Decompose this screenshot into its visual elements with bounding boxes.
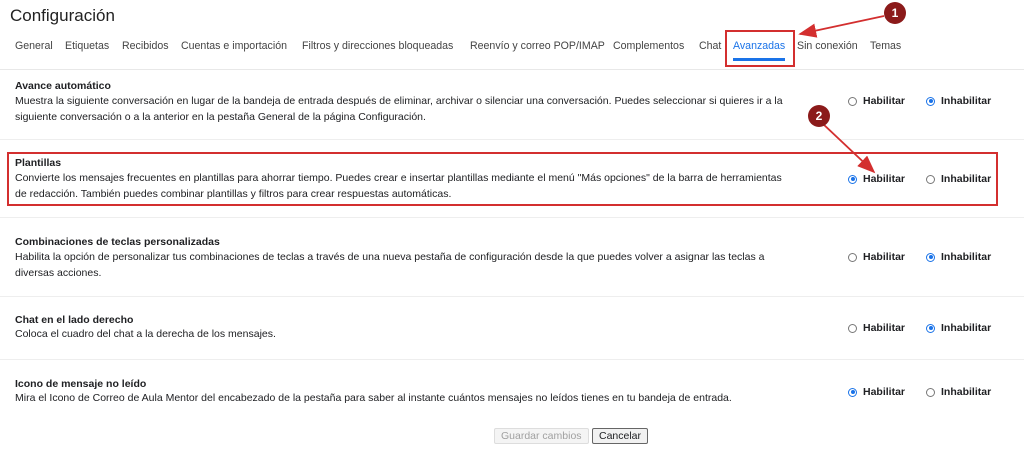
tab-cuentas-importacion[interactable]: Cuentas e importación — [181, 40, 287, 52]
disable-radio[interactable]: Inhabilitar — [926, 386, 991, 398]
highlight-box-avanzadas-tab — [725, 30, 795, 67]
tab-temas[interactable]: Temas — [870, 40, 901, 52]
annotation-marker-2: 2 — [808, 105, 830, 127]
radio-checked-icon[interactable] — [926, 323, 935, 333]
highlight-box-plantillas — [7, 152, 998, 206]
setting-description: Coloca el cuadro del chat a la derecha d… — [15, 328, 276, 340]
radio-icon[interactable] — [848, 96, 857, 106]
enable-radio[interactable]: Habilitar — [848, 95, 905, 107]
save-changes-button[interactable]: Guardar cambios — [494, 428, 589, 444]
tab-general[interactable]: General — [15, 40, 53, 52]
radio-checked-icon[interactable] — [926, 252, 935, 262]
disable-label: Inhabilitar — [941, 251, 992, 263]
setting-title: Icono de mensaje no leído — [15, 378, 147, 390]
cancel-button[interactable]: Cancelar — [592, 428, 649, 444]
setting-avance-automatico: Avance automático Muestra la siguiente c… — [0, 70, 1024, 140]
settings-tabs: General Etiquetas Recibidos Cuentas e im… — [15, 40, 1024, 64]
enable-label: Habilitar — [863, 322, 906, 334]
enable-radio[interactable]: Habilitar — [848, 322, 905, 334]
setting-description: Mira el Icono de Correo de Aula Mentor d… — [15, 392, 732, 404]
disable-radio[interactable]: Inhabilitar — [926, 251, 991, 263]
setting-icono-mensaje-no-leido: Icono de mensaje no leído Mira el Icono … — [0, 360, 1024, 416]
tab-recibidos[interactable]: Recibidos — [122, 40, 169, 52]
enable-label: Habilitar — [863, 386, 906, 398]
radio-icon[interactable] — [848, 323, 857, 333]
radio-checked-icon[interactable] — [848, 387, 857, 397]
page-title: Configuración — [10, 6, 115, 25]
setting-title: Combinaciones de teclas personalizadas — [15, 236, 220, 248]
tab-etiquetas[interactable]: Etiquetas — [65, 40, 109, 52]
enable-label: Habilitar — [863, 251, 906, 263]
radio-checked-icon[interactable] — [926, 96, 935, 106]
tab-filtros[interactable]: Filtros y direcciones bloqueadas — [302, 40, 453, 52]
setting-title: Chat en el lado derecho — [15, 314, 134, 326]
disable-radio[interactable]: Inhabilitar — [926, 95, 991, 107]
disable-label: Inhabilitar — [941, 386, 992, 398]
enable-label: Habilitar — [863, 95, 906, 107]
enable-radio[interactable]: Habilitar — [848, 251, 905, 263]
disable-label: Inhabilitar — [941, 322, 992, 334]
tab-complementos[interactable]: Complementos — [613, 40, 684, 52]
tab-sin-conexion[interactable]: Sin conexión — [797, 40, 858, 52]
annotation-marker-1: 1 — [884, 2, 906, 24]
disable-radio[interactable]: Inhabilitar — [926, 322, 991, 334]
setting-description: Muestra la siguiente conversación en lug… — [15, 95, 783, 123]
radio-icon[interactable] — [926, 387, 935, 397]
enable-radio[interactable]: Habilitar — [848, 386, 905, 398]
setting-description: Habilita la opción de personalizar tus c… — [15, 251, 765, 279]
radio-icon[interactable] — [848, 252, 857, 262]
tab-chat[interactable]: Chat — [699, 40, 721, 52]
arrow-1 — [798, 15, 885, 38]
tab-reenvio-pop-imap[interactable]: Reenvío y correo POP/IMAP — [470, 40, 605, 52]
setting-title: Avance automático — [15, 80, 111, 92]
setting-chat-lado-derecho: Chat en el lado derecho Coloca el cuadro… — [0, 297, 1024, 360]
setting-combinaciones-teclas: Combinaciones de teclas personalizadas H… — [0, 218, 1024, 297]
disable-label: Inhabilitar — [941, 95, 992, 107]
